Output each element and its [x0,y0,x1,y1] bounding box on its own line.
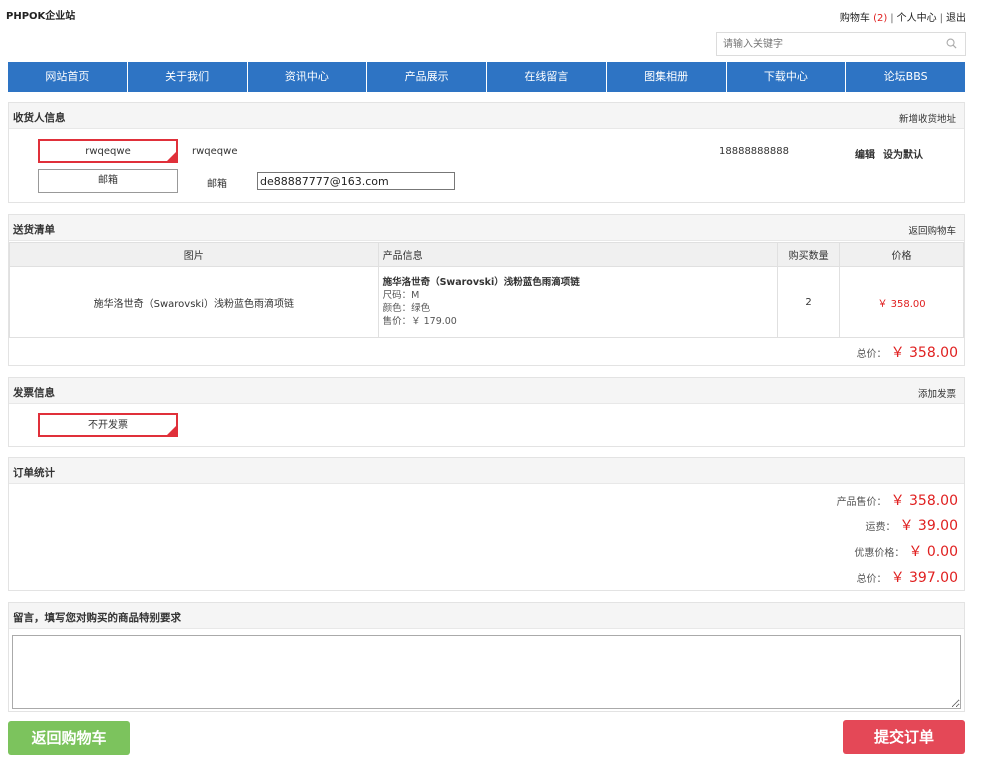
product-image-cell: 施华洛世奇（Swarovski）浅粉蓝色雨滴项链 [9,266,379,338]
nav-item-forum[interactable]: 论坛BBS [846,62,965,92]
add-address-link[interactable]: 新增收货地址 [899,111,956,125]
table-header-row: 图片 产品信息 购买数量 价格 [9,242,964,267]
goods-panel-header: 送货清单 返回购物车 [9,215,964,241]
back-to-cart-link[interactable]: 返回购物车 [908,223,956,237]
add-invoice-link[interactable]: 添加发票 [918,386,956,400]
product-price: ￥ 358.00 [839,266,964,338]
address-option-selected[interactable]: rwqeqwe [38,139,178,163]
table-row: 施华洛世奇（Swarovski）浅粉蓝色雨滴项链 施华洛世奇（Swarovski… [9,266,964,338]
nav-item-message[interactable]: 在线留言 [487,62,607,92]
cart-count-badge: (2) [873,13,888,24]
goods-total: 总价： ￥ 358.00 [857,342,958,362]
stats-row-total: 总价： ￥ 397.00 [856,570,958,586]
col-header-image: 图片 [9,242,379,267]
stats-row-discount: 优惠价格： ￥ 0.00 [854,544,958,560]
col-header-info: 产品信息 [377,242,779,267]
search-box [716,32,966,56]
product-color: 颜色：绿色 [382,303,431,314]
invoice-panel-header: 发票信息 添加发票 [9,378,964,404]
edit-address-link[interactable]: 编辑 [855,146,875,161]
set-default-link[interactable]: 设为默认 [883,146,923,161]
remark-textarea[interactable] [12,635,961,709]
goods-total-value: ￥ 358.00 [890,345,958,361]
user-center-link[interactable]: 个人中心 [897,13,937,24]
goods-panel: 送货清单 返回购物车 图片 产品信息 购买数量 价格 施华洛世奇（Swarovs… [8,214,965,366]
invoice-title: 发票信息 [13,387,55,399]
search-icon[interactable] [946,38,957,49]
product-size: 尺码：M [382,290,420,301]
product-info-cell: 施华洛世奇（Swarovski）浅粉蓝色雨滴项链 尺码：M 颜色：绿色 售价：￥… [377,266,779,338]
logout-link[interactable]: 退出 [946,13,966,24]
cart-link[interactable]: 购物车 (2) [840,13,887,24]
separator: | [890,13,894,24]
product-unit-price: 售价：￥ 179.00 [382,316,457,327]
back-to-cart-button[interactable]: 返回购物车 [8,721,130,755]
remark-panel: 留言，填写您对购买的商品特别要求 [8,602,965,712]
top-links: 购物车 (2) | 个人中心 | 退出 [840,9,966,24]
product-qty: 2 [777,266,841,338]
product-name[interactable]: 施华洛世奇（Swarovski）浅粉蓝色雨滴项链 [383,276,778,289]
selected-check-icon [167,426,176,435]
goods-total-label: 总价： [856,349,887,360]
stats-row-product-price: 产品售价： ￥ 358.00 [836,493,958,509]
col-header-qty: 购买数量 [777,242,841,267]
nav-item-about[interactable]: 关于我们 [128,62,248,92]
nav-item-download[interactable]: 下载中心 [727,62,847,92]
receiver-panel: 收货人信息 新增收货地址 rwqeqwe rwqeqwe 18888888888… [8,102,965,203]
goods-title: 送货清单 [13,224,55,236]
col-header-price: 价格 [839,242,964,267]
receiver-panel-header: 收货人信息 新增收货地址 [9,103,964,129]
search-input[interactable] [717,33,932,55]
nav-item-home[interactable]: 网站首页 [8,62,128,92]
main-nav: 网站首页 关于我们 资讯中心 产品展示 在线留言 图集相册 下载中心 论坛BBS [8,62,965,92]
nav-item-products[interactable]: 产品展示 [367,62,487,92]
goods-table: 图片 产品信息 购买数量 价格 施华洛世奇（Swarovski）浅粉蓝色雨滴项链… [9,242,964,338]
receiver-name: rwqeqwe [192,146,238,157]
stats-panel-header: 订单统计 [9,458,964,484]
stats-panel: 订单统计 产品售价： ￥ 358.00 运费： ￥ 39.00 优惠价格： ￥ 0.0… [8,457,965,591]
invoice-option-none[interactable]: 不开发票 [38,413,178,437]
selected-check-icon [167,152,176,161]
receiver-phone: 18888888888 [719,146,789,157]
remark-panel-header: 留言，填写您对购买的商品特别要求 [9,603,964,629]
email-field[interactable] [257,172,455,190]
email-option[interactable]: 邮箱 [38,169,178,193]
product-image-alt[interactable]: 施华洛世奇（Swarovski）浅粉蓝色雨滴项链 [94,299,294,310]
stats-title: 订单统计 [13,467,55,479]
nav-item-gallery[interactable]: 图集相册 [607,62,727,92]
separator: | [939,13,943,24]
stats-row-shipping: 运费： ￥ 39.00 [865,518,958,534]
email-label: 邮箱 [207,179,227,190]
submit-order-button[interactable]: 提交订单 [843,720,965,754]
nav-item-news[interactable]: 资讯中心 [248,62,368,92]
receiver-title: 收货人信息 [13,112,66,124]
remark-title: 留言，填写您对购买的商品特别要求 [13,612,181,624]
site-title: PHPOK企业站 [6,11,76,22]
top-bar: PHPOK企业站 购物车 (2) | 个人中心 | 退出 [0,0,982,28]
invoice-panel: 发票信息 添加发票 不开发票 [8,377,965,447]
